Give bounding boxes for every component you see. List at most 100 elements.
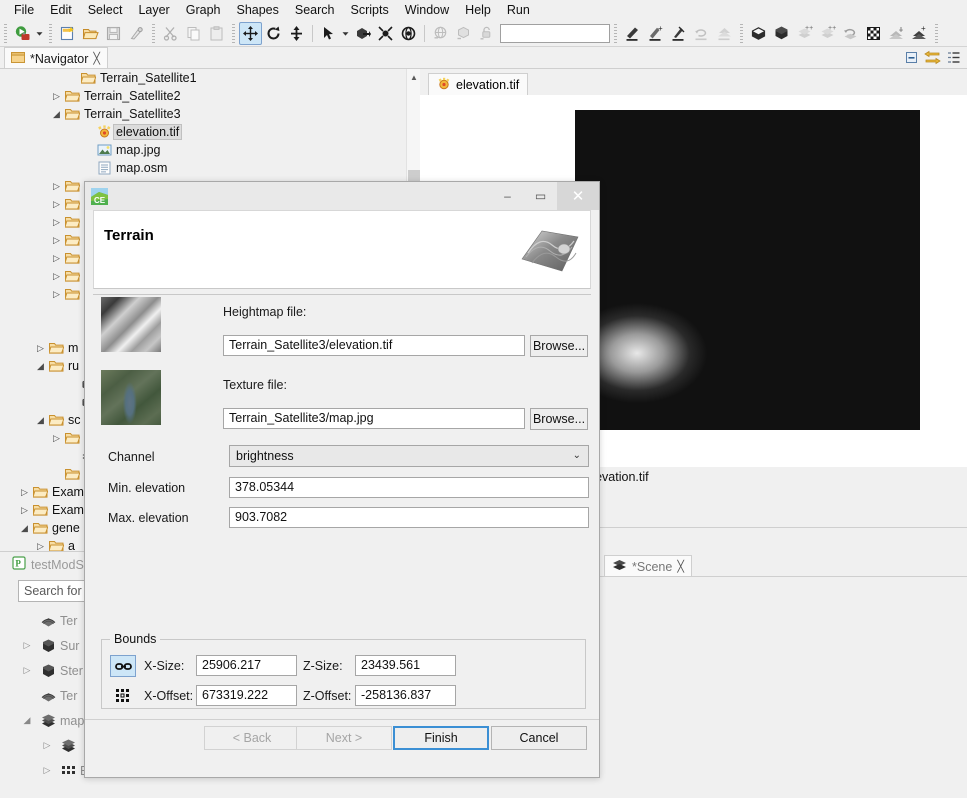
toolbar-grip[interactable]	[4, 23, 7, 43]
select-sphere-icon[interactable]	[397, 22, 420, 45]
menu-help[interactable]: Help	[457, 1, 499, 19]
menu-graph[interactable]: Graph	[178, 1, 229, 19]
terrain-street-icon[interactable]	[713, 22, 736, 45]
finish-button[interactable]: Finish	[393, 726, 489, 750]
layer-add-icon[interactable]: ++	[793, 22, 816, 45]
tree-row[interactable]: elevation.tif	[0, 123, 420, 141]
tree-twisty-icon[interactable]: ◢	[18, 715, 36, 726]
tree-twisty-icon[interactable]: ▷	[50, 235, 63, 246]
tab-test-model[interactable]: P testModS	[6, 554, 90, 575]
copy-icon[interactable]	[182, 22, 205, 45]
tree-row[interactable]: ◢ Terrain_Satellite3	[0, 105, 420, 123]
tree-twisty-icon[interactable]: ▷	[50, 199, 63, 210]
minimize-view-icon[interactable]	[902, 48, 921, 67]
menu-window[interactable]: Window	[397, 1, 457, 19]
street-cycle-icon[interactable]	[690, 22, 713, 45]
lock-icon[interactable]	[475, 22, 498, 45]
navigator-scrollbar[interactable]: ▲	[406, 69, 420, 181]
run-icon[interactable]	[11, 22, 34, 45]
toolbar-grip[interactable]	[49, 23, 52, 43]
scroll-up-icon[interactable]: ▲	[407, 71, 421, 83]
channel-select[interactable]: brightness ⌄	[229, 445, 589, 467]
close-icon[interactable]: ╳	[93, 52, 100, 65]
back-button[interactable]: < Back	[204, 726, 300, 750]
menu-layer[interactable]: Layer	[130, 1, 177, 19]
tree-row[interactable]: Terrain_Satellite1	[0, 69, 420, 87]
max-elevation-input[interactable]: 903.7082	[229, 507, 589, 528]
layer-add2-icon[interactable]: ++	[816, 22, 839, 45]
tree-twisty-icon[interactable]: ▷	[50, 433, 63, 444]
scale-tool-icon[interactable]	[285, 22, 308, 45]
tree-row[interactable]: ▷ Terrain_Satellite2	[0, 87, 420, 105]
scene-viewport[interactable]	[596, 577, 967, 798]
tree-twisty-icon[interactable]: ▷	[50, 289, 63, 300]
tree-twisty-icon[interactable]: ◢	[50, 109, 63, 120]
tree-twisty-icon[interactable]: ▷	[50, 253, 63, 264]
tree-twisty-icon[interactable]: ▷	[38, 740, 56, 751]
tree-twisty-icon[interactable]: ▷	[34, 541, 47, 552]
toolbar-grip[interactable]	[740, 23, 743, 43]
texture-browse-button[interactable]: Browse...	[530, 408, 588, 430]
paste-icon[interactable]	[205, 22, 228, 45]
toolbar-grip[interactable]	[614, 23, 617, 43]
search-input[interactable]	[500, 23, 610, 43]
min-elevation-input[interactable]: 378.05344	[229, 477, 589, 498]
tree-twisty-icon[interactable]: ▷	[18, 505, 31, 516]
dialog-titlebar[interactable]: CE – ▭ ✕	[85, 182, 599, 210]
link-editor-icon[interactable]	[125, 22, 148, 45]
tree-row[interactable]: map.jpg	[0, 141, 420, 159]
tree-twisty-icon[interactable]: ▷	[38, 765, 56, 776]
tree-row[interactable]: map.osm	[0, 159, 420, 177]
menu-shapes[interactable]: Shapes	[228, 1, 286, 19]
checker-icon[interactable]	[862, 22, 885, 45]
chevron-down-icon[interactable]	[34, 22, 45, 45]
tree-twisty-icon[interactable]: ▷	[34, 343, 47, 354]
menu-file[interactable]: File	[6, 1, 42, 19]
toolbar-grip[interactable]	[232, 23, 235, 43]
select-object-icon[interactable]	[351, 22, 374, 45]
z-offset-input[interactable]: -258136.837	[355, 685, 456, 706]
chevron-down-icon[interactable]	[340, 22, 351, 45]
terrain-down-icon[interactable]	[885, 22, 908, 45]
move-tool-icon[interactable]	[239, 21, 262, 45]
tab-scene[interactable]: *Scene ╳	[604, 555, 692, 577]
layer-cycle-icon[interactable]	[839, 22, 862, 45]
toolbar-grip[interactable]	[935, 23, 938, 43]
save-icon[interactable]	[102, 22, 125, 45]
x-size-input[interactable]: 25906.217	[196, 655, 297, 676]
cube-icon[interactable]	[452, 22, 475, 45]
minimize-button[interactable]: –	[491, 182, 524, 210]
heightmap-browse-button[interactable]: Browse...	[530, 335, 588, 357]
tab-navigator[interactable]: *Navigator ╳	[4, 47, 108, 69]
menu-edit[interactable]: Edit	[42, 1, 80, 19]
rotate-tool-icon[interactable]	[262, 22, 285, 45]
menu-run[interactable]: Run	[499, 1, 538, 19]
link-with-editor-icon[interactable]	[923, 48, 942, 67]
select-tool-icon[interactable]	[317, 22, 340, 45]
tree-twisty-icon[interactable]: ▷	[50, 271, 63, 282]
cut-icon[interactable]	[159, 22, 182, 45]
maximize-button[interactable]: ▭	[524, 182, 557, 210]
tree-twisty-icon[interactable]: ▷	[50, 91, 63, 102]
terrain-add-icon[interactable]: +	[908, 22, 931, 45]
new-project-icon[interactable]	[56, 22, 79, 45]
grid-snap-icon[interactable]	[110, 685, 136, 707]
view-menu-icon[interactable]	[944, 48, 963, 67]
select-all-icon[interactable]	[374, 22, 397, 45]
add-street-icon[interactable]: +	[644, 22, 667, 45]
tree-twisty-icon[interactable]: ▷	[50, 217, 63, 228]
tree-twisty-icon[interactable]: ▷	[50, 181, 63, 192]
curve-street-icon[interactable]	[667, 22, 690, 45]
z-size-input[interactable]: 23439.561	[355, 655, 456, 676]
dark-block-icon[interactable]	[770, 22, 793, 45]
close-icon[interactable]: ╳	[677, 560, 684, 573]
tree-twisty-icon[interactable]: ◢	[18, 523, 31, 534]
chain-link-icon[interactable]	[110, 655, 136, 677]
tree-twisty-icon[interactable]: ◢	[34, 361, 47, 372]
close-button[interactable]: ✕	[557, 182, 599, 210]
solid-block-icon[interactable]	[747, 22, 770, 45]
tree-twisty-icon[interactable]: ▷	[18, 665, 36, 676]
menu-search[interactable]: Search	[287, 1, 343, 19]
tree-twisty-icon[interactable]: ▷	[18, 487, 31, 498]
scrollbar-thumb[interactable]	[408, 170, 420, 181]
